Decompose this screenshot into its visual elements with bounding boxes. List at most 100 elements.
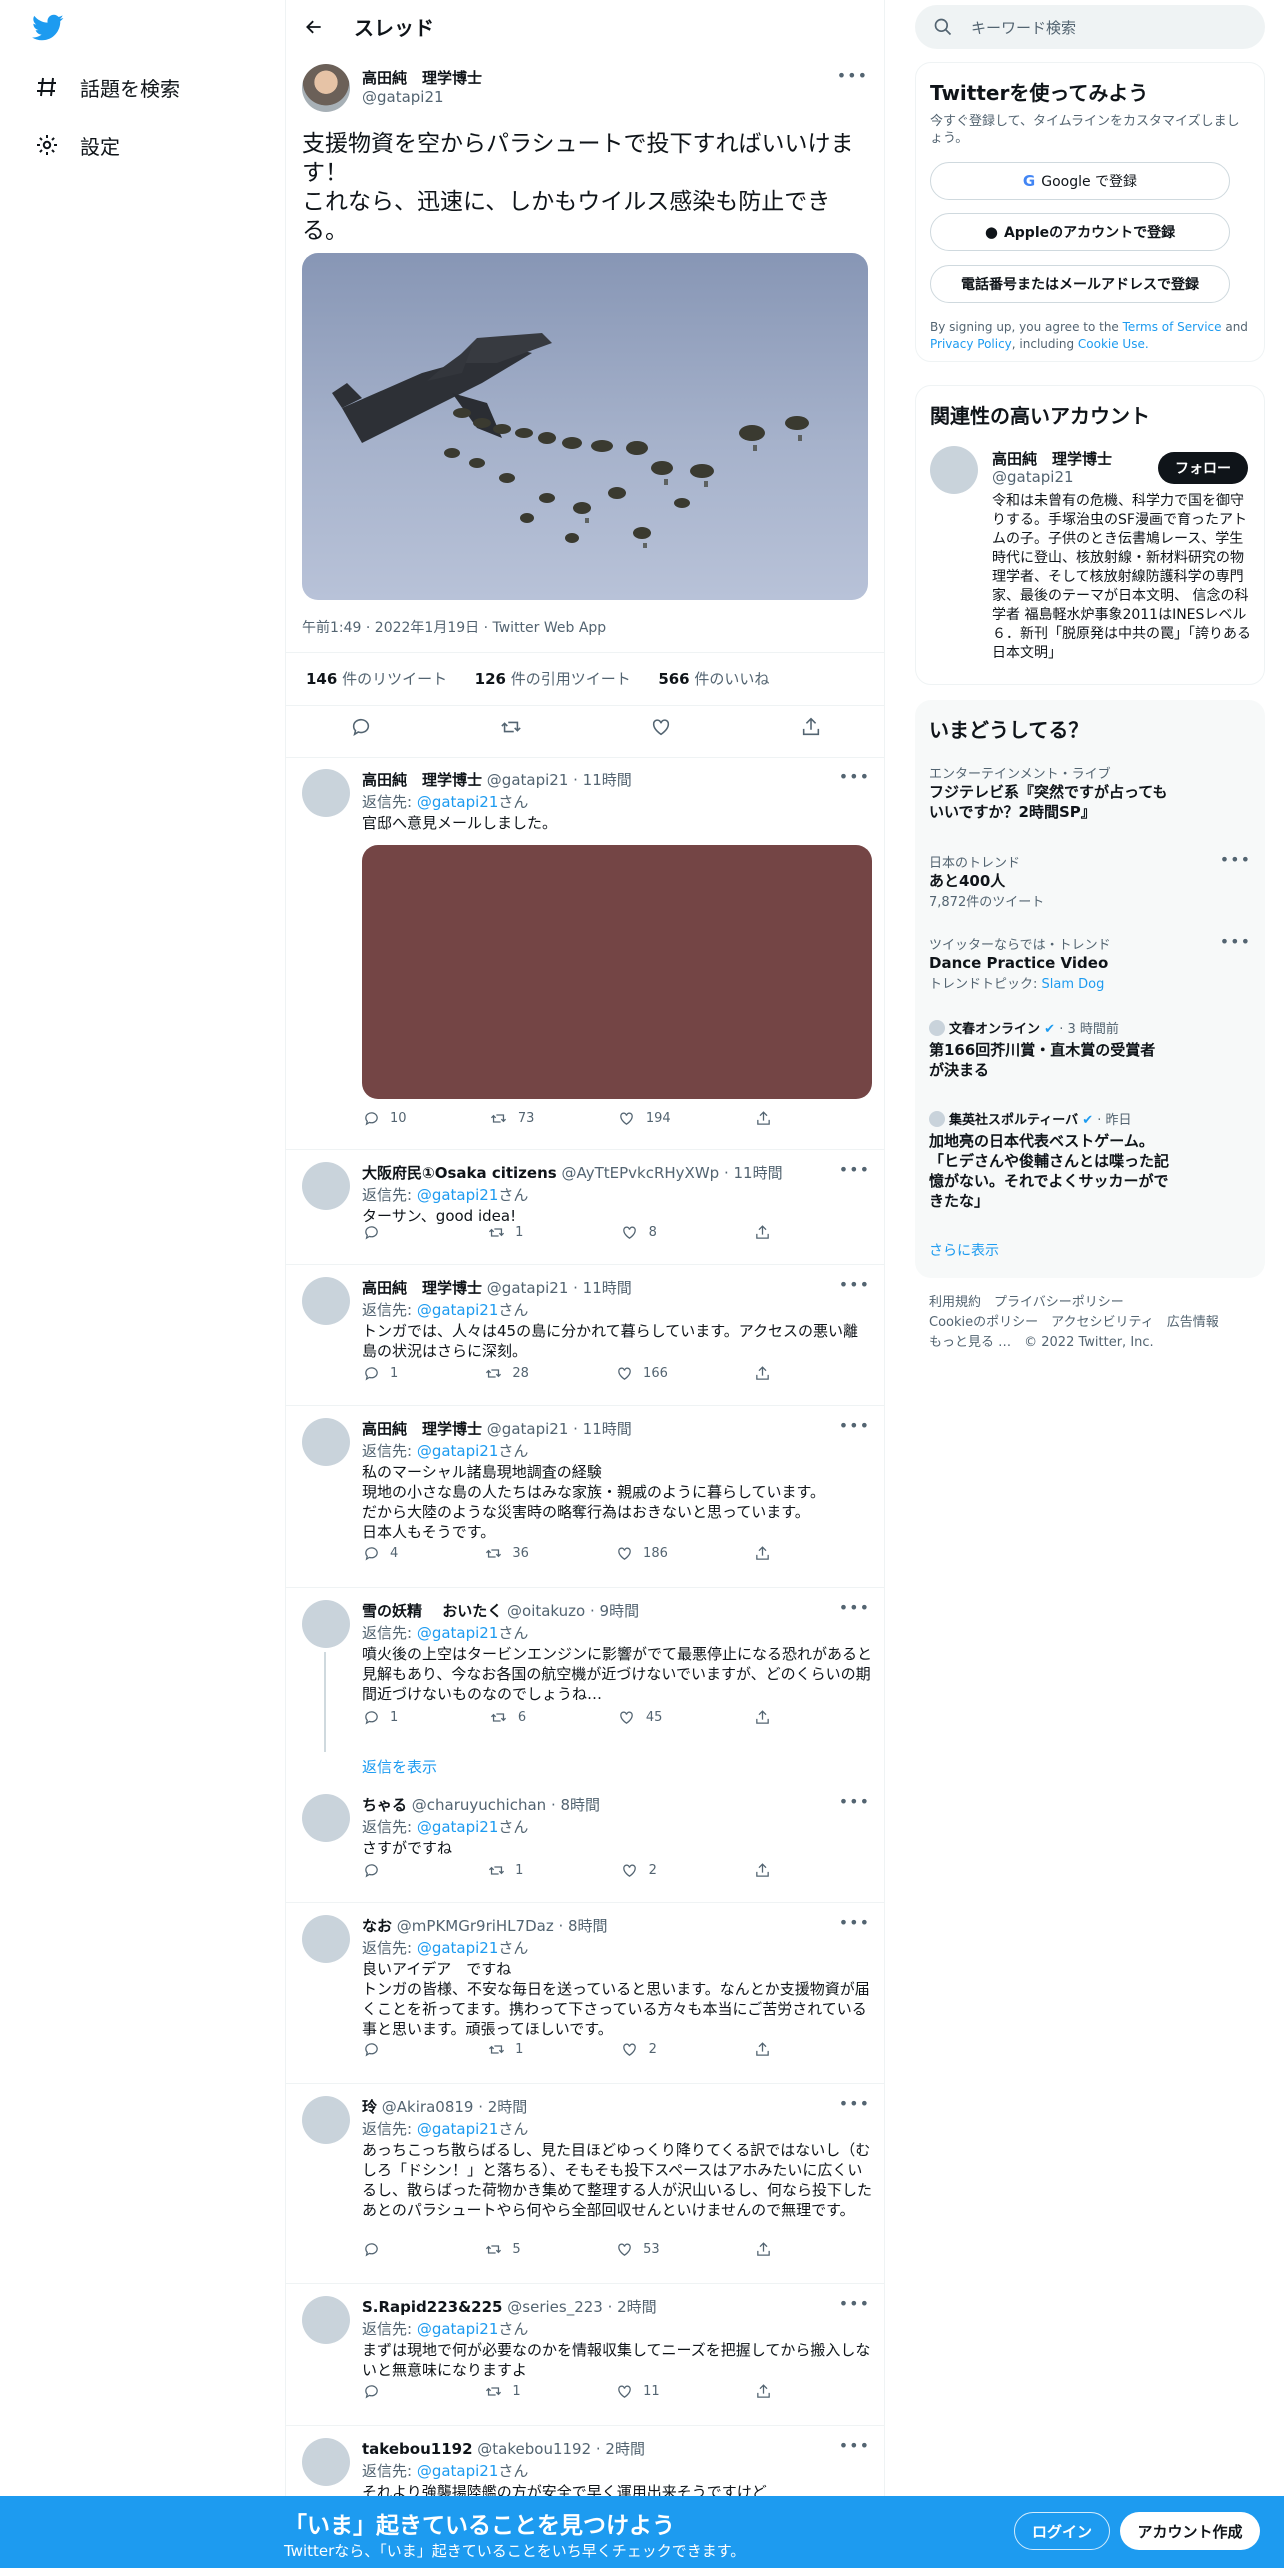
more-icon[interactable]: ••• bbox=[1220, 932, 1251, 951]
retweet-button[interactable]: 36 bbox=[484, 1544, 529, 1562]
reply-author-handle[interactable]: @mPKMGr9riHL7Daz · 8時間 bbox=[397, 1917, 608, 1935]
reply-button[interactable] bbox=[362, 1861, 390, 1879]
avatar[interactable] bbox=[302, 2096, 350, 2144]
reply-author-handle[interactable]: @takebou1192 · 2時間 bbox=[477, 2440, 645, 2458]
retweet-button[interactable]: 28 bbox=[484, 1364, 529, 1382]
nav-explore[interactable]: 話題を検索 bbox=[34, 67, 180, 107]
retweet-button[interactable]: 5 bbox=[484, 2240, 521, 2258]
reply-author-handle[interactable]: @gatapi21 · 11時間 bbox=[487, 771, 632, 789]
more-icon[interactable]: ••• bbox=[839, 2094, 870, 2113]
reply-to-link[interactable]: @gatapi21 bbox=[417, 793, 499, 811]
avatar[interactable] bbox=[930, 446, 978, 494]
avatar[interactable] bbox=[302, 1277, 350, 1325]
like-button[interactable]: 166 bbox=[615, 1364, 668, 1382]
more-icon[interactable]: ••• bbox=[839, 2294, 870, 2313]
cookie-link[interactable]: Cookie Use. bbox=[1078, 337, 1149, 351]
trend-item[interactable]: ツイッターならでは・トレンド Dance Practice Video トレンド… bbox=[929, 934, 1249, 992]
footer-line[interactable]: Cookieのポリシー アクセシビリティ 広告情報 bbox=[929, 1313, 1249, 1333]
reply-button[interactable]: 1 bbox=[362, 1364, 398, 1382]
reply-tweet[interactable]: 玲 @Akira0819 · 2時間 ••• 返信先: @gatapi21さん あっち… bbox=[286, 2084, 884, 2284]
like-button[interactable]: 45 bbox=[618, 1708, 662, 1726]
reply-author-name[interactable]: 高田純 理学博士 bbox=[362, 771, 482, 789]
more-icon[interactable]: ••• bbox=[839, 1598, 870, 1617]
reply-author-name[interactable]: 高田純 理学博士 bbox=[362, 1420, 482, 1438]
reply-to-link[interactable]: @gatapi21 bbox=[417, 1939, 499, 1957]
like-button[interactable]: 2 bbox=[621, 1861, 657, 1879]
like-button[interactable]: 2 bbox=[621, 2040, 657, 2058]
reply-author-handle[interactable]: @gatapi21 · 11時間 bbox=[487, 1279, 632, 1297]
reply-author-handle[interactable]: @AyTtEPvkcRHyXWp · 11時間 bbox=[561, 1164, 782, 1182]
reply-tweet[interactable]: 大阪府民①Osaka citizens @AyTtEPvkcRHyXWp · 1… bbox=[286, 1150, 884, 1265]
share-button[interactable] bbox=[754, 1364, 782, 1382]
footer-line[interactable]: 利用規約 プライバシーポリシー bbox=[929, 1293, 1249, 1313]
reply-author-name[interactable]: 玲 bbox=[362, 2098, 377, 2116]
show-more-link[interactable]: さらに表示 bbox=[929, 1240, 999, 1260]
reply-to-link[interactable]: @gatapi21 bbox=[417, 2320, 499, 2338]
reply-author-handle[interactable]: @oitakuzo · 9時間 bbox=[507, 1602, 639, 1620]
more-icon[interactable]: ••• bbox=[839, 1160, 870, 1179]
share-button[interactable] bbox=[754, 2382, 782, 2400]
reply-tweet[interactable]: なお @mPKMGr9riHL7Daz · 8時間 ••• 返信先: @gatapi… bbox=[286, 1903, 884, 2084]
trend-item[interactable]: 日本のトレンド あと400人 7,872件のツイート bbox=[929, 852, 1249, 910]
like-icon[interactable] bbox=[650, 716, 672, 742]
nav-settings[interactable]: 設定 bbox=[34, 125, 120, 165]
like-button[interactable]: 11 bbox=[615, 2382, 660, 2400]
reply-tweet[interactable]: 高田純 理学博士 @gatapi21 · 11時間 ••• 返信先: @gatapi… bbox=[286, 757, 884, 1150]
more-icon[interactable]: ••• bbox=[1220, 850, 1251, 869]
like-button[interactable]: 53 bbox=[615, 2240, 660, 2258]
avatar[interactable] bbox=[302, 64, 350, 112]
reply-to-link[interactable]: @gatapi21 bbox=[417, 1624, 499, 1642]
signup-button[interactable]: アカウント作成 bbox=[1120, 2512, 1260, 2550]
avatar[interactable] bbox=[302, 1600, 350, 1648]
google-signup-button[interactable]: G Google で登録 bbox=[930, 162, 1230, 200]
avatar[interactable] bbox=[302, 1418, 350, 1466]
share-button[interactable] bbox=[754, 1861, 782, 1879]
related-name[interactable]: 高田純 理学博士 bbox=[992, 448, 1112, 469]
retweet-button[interactable]: 1 bbox=[487, 1861, 523, 1879]
reply-author-name[interactable]: 高田純 理学博士 bbox=[362, 1279, 482, 1297]
reply-button[interactable] bbox=[362, 2240, 390, 2258]
retweet-button[interactable]: 1 bbox=[484, 2382, 521, 2400]
retweet-button[interactable]: 73 bbox=[490, 1109, 534, 1127]
reply-to-link[interactable]: @gatapi21 bbox=[417, 1442, 499, 1460]
reply-to-link[interactable]: @gatapi21 bbox=[417, 1818, 499, 1836]
like-button[interactable]: 194 bbox=[618, 1109, 671, 1127]
like-button[interactable]: 186 bbox=[615, 1544, 668, 1562]
reply-author-handle[interactable]: @Akira0819 · 2時間 bbox=[382, 2098, 528, 2116]
avatar[interactable] bbox=[302, 1915, 350, 1963]
retweet-button[interactable]: 1 bbox=[487, 2040, 523, 2058]
share-button[interactable] bbox=[754, 2240, 782, 2258]
avatar[interactable] bbox=[302, 1162, 350, 1210]
share-icon[interactable] bbox=[800, 716, 822, 742]
avatar[interactable] bbox=[302, 1794, 350, 1842]
likes-stat[interactable]: 566 件のいいね bbox=[658, 670, 769, 688]
login-button[interactable]: ログイン bbox=[1014, 2512, 1110, 2550]
share-button[interactable] bbox=[754, 1109, 782, 1127]
reply-button[interactable] bbox=[362, 2382, 390, 2400]
news-item[interactable]: 集英社スポルティーバ ✔ · 昨日 加地亮の日本代表ベストゲーム。「ヒデさんや俊… bbox=[929, 1109, 1249, 1211]
more-icon[interactable]: ••• bbox=[839, 1913, 870, 1932]
share-button[interactable] bbox=[754, 2040, 782, 2058]
tweet-author[interactable]: 高田純 理学博士 @gatapi21 bbox=[362, 67, 482, 106]
news-item[interactable]: 文春オンライン ✔ · 3 時間前 第166回芥川賞・直木賞の受賞者が決まる bbox=[929, 1018, 1249, 1080]
reply-author-name[interactable]: S.Rapid223&225 bbox=[362, 2298, 503, 2316]
reply-author-handle[interactable]: @charuyuchichan · 8時間 bbox=[412, 1796, 600, 1814]
trend-topic-link[interactable]: Slam Dog bbox=[1042, 977, 1105, 992]
more-icon[interactable]: ••• bbox=[839, 1792, 870, 1811]
reply-author-handle[interactable]: @series_223 · 2時間 bbox=[507, 2298, 656, 2316]
reply-button[interactable] bbox=[362, 1223, 390, 1241]
reply-tweet[interactable]: 雪の妖精 おいたく @oitakuzo · 9時間 ••• 返信先: @gatapi… bbox=[286, 1588, 884, 1782]
follow-button[interactable]: フォロー bbox=[1158, 452, 1248, 484]
search-box[interactable]: キーワード検索 bbox=[915, 5, 1265, 49]
search-input[interactable]: キーワード検索 bbox=[971, 17, 1076, 38]
twitter-logo-icon[interactable] bbox=[32, 14, 64, 44]
reply-author-name[interactable]: takebou1192 bbox=[362, 2440, 473, 2458]
share-button[interactable] bbox=[754, 1708, 782, 1726]
reply-author-name[interactable]: 雪の妖精 おいたく bbox=[362, 1602, 502, 1620]
reply-to-link[interactable]: @gatapi21 bbox=[417, 1186, 499, 1204]
reply-tweet[interactable]: 高田純 理学博士 @gatapi21 · 11時間 ••• 返信先: @gatapi… bbox=[286, 1406, 884, 1588]
more-icon[interactable]: ••• bbox=[839, 2436, 870, 2455]
avatar[interactable] bbox=[302, 2296, 350, 2344]
more-icon[interactable]: ••• bbox=[839, 767, 870, 786]
reply-button[interactable]: 10 bbox=[362, 1109, 407, 1127]
